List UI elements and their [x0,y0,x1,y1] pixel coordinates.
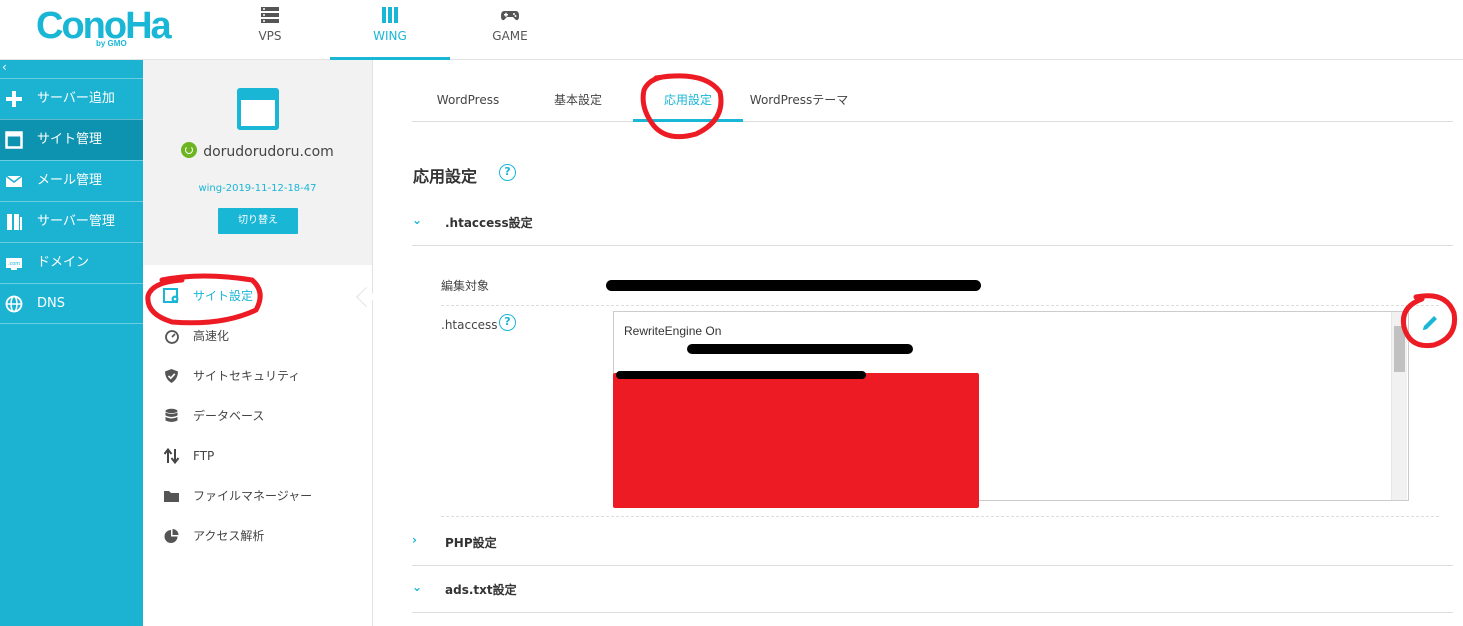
scroll-thumb[interactable] [1394,326,1405,372]
section-php-title: PHP設定 [445,536,497,550]
site-panel: dorudorudoru.com wing-2019-11-12-18-47 切… [143,60,373,626]
site-menu-label: 高速化 [193,329,230,343]
nav-tab-vps[interactable]: VPS [230,0,310,60]
nav-tab-vps-label: VPS [258,29,282,43]
database-icon [165,408,178,422]
site-menu-speed[interactable]: 高速化 [163,324,363,348]
site-menu-label: アクセス解析 [193,529,265,543]
plus-icon [6,91,22,107]
htaccess-label: .htaccess [441,318,498,332]
section-htaccess-title: .htaccess設定 [445,216,533,230]
conoha-logo[interactable]: ConoHa by GMO [36,6,172,50]
switch-site-button[interactable]: 切り替え [218,208,298,234]
site-menu-ftp[interactable]: FTP [163,444,363,468]
tab-wordpress-theme[interactable]: WordPressテーマ [748,80,850,122]
page-title: 応用設定 [413,167,478,186]
sidebar-item-label: メール管理 [37,173,103,188]
sidebar-item-domain[interactable]: .com ドメイン [0,242,143,283]
ftp-arrows-icon [163,448,180,464]
site-menu-database[interactable]: データベース [163,404,363,428]
logo-sub: by GMO [96,39,127,48]
textarea-scrollbar[interactable] [1391,312,1407,500]
htaccess-first-line: RewriteEngine On [624,324,722,338]
window-icon [5,131,23,149]
section-php[interactable]: › PHP設定 [412,519,1453,566]
chevron-down-icon: ⌄ [412,580,423,594]
pie-chart-icon [164,529,179,543]
tab-advanced-settings[interactable]: 応用設定 [633,80,743,122]
shield-icon [165,369,178,383]
sidebar-item-label: DNS [37,296,65,311]
server-manage-icon [7,214,22,230]
redacted-edit-target [606,280,981,291]
site-menu-site-settings[interactable]: サイト設定 [163,284,363,308]
sidebar-item-add-server[interactable]: サーバー追加 [0,78,143,119]
sidebar-item-label: サーバー管理 [37,214,115,229]
site-menu-security[interactable]: サイトセキュリティ [163,364,363,388]
site-domain-text: dorudorudoru.com [203,144,334,160]
sidebar-item-label: サーバー追加 [37,91,115,106]
redacted-red-block [613,373,979,508]
site-menu-label: サイトセキュリティ [193,369,301,383]
chevron-down-icon: ⌄ [412,213,423,227]
row-divider [441,516,1439,517]
mail-icon [5,175,23,187]
power-icon [181,142,198,158]
section-ads-title: ads.txt設定 [445,583,517,597]
gamepad-icon [501,11,519,21]
nav-tab-game[interactable]: GAME [470,0,550,60]
site-window-icon [237,88,279,130]
sidebar-item-dns[interactable]: DNS [0,283,143,324]
nav-tab-wing[interactable]: WING [330,0,450,60]
settings-tabs: WordPress 基本設定 応用設定 WordPressテーマ [412,80,1453,122]
sidebar-item-site-manage[interactable]: サイト管理 [0,119,143,160]
sidebar-item-mail[interactable]: メール管理 [0,160,143,201]
nav-tab-wing-label: WING [373,29,407,43]
help-icon[interactable]: ? [499,164,516,181]
wing-icon [382,7,398,23]
section-htaccess[interactable]: ⌄ .htaccess設定 [412,199,1453,246]
sidebar-item-label: サイト管理 [37,132,103,147]
site-card: dorudorudoru.com wing-2019-11-12-18-47 切… [143,60,372,265]
site-menu-label: サイト設定 [193,289,254,303]
sidebar-item-server-manage[interactable]: サーバー管理 [0,201,143,242]
svg-text:.com: .com [8,261,20,267]
globe-icon [5,295,23,313]
sidebar-item-label: ドメイン [37,255,90,270]
site-menu-label: ファイルマネージャー [193,489,313,503]
nav-tab-game-label: GAME [492,29,528,43]
speed-icon [165,330,179,344]
redacted-line [616,371,866,379]
main-sidebar: ‹ サーバー追加 サイト管理 メール管理 サーバー管理 .com ドメイン DN… [0,60,143,626]
sidebar-collapse-button[interactable]: ‹ [0,60,143,78]
site-menu-label: データベース [193,409,265,423]
htaccess-help-icon[interactable]: ? [499,314,516,331]
section-ads-txt[interactable]: ⌄ ads.txt設定 [412,566,1453,613]
site-menu-file-manager[interactable]: ファイルマネージャー [163,484,363,508]
wing-id: wing-2019-11-12-18-47 [198,183,317,194]
tab-wordpress[interactable]: WordPress [422,80,514,122]
row-divider [441,305,1439,306]
tab-basic-settings[interactable]: 基本設定 [542,80,614,122]
site-settings-icon [163,288,179,303]
edit-target-label: 編集対象 [441,279,490,293]
site-menu-label: FTP [193,449,215,463]
site-menu-analytics[interactable]: アクセス解析 [163,524,363,548]
server-icon [261,7,279,23]
domain-icon: .com [6,258,22,270]
redacted-line [687,344,913,354]
site-domain: dorudorudoru.com [143,142,372,160]
top-bar: ConoHa by GMO VPS WING GAME [0,0,1463,60]
folder-icon [164,491,179,502]
chevron-right-icon: › [412,533,417,547]
pencil-icon[interactable] [1417,312,1443,336]
